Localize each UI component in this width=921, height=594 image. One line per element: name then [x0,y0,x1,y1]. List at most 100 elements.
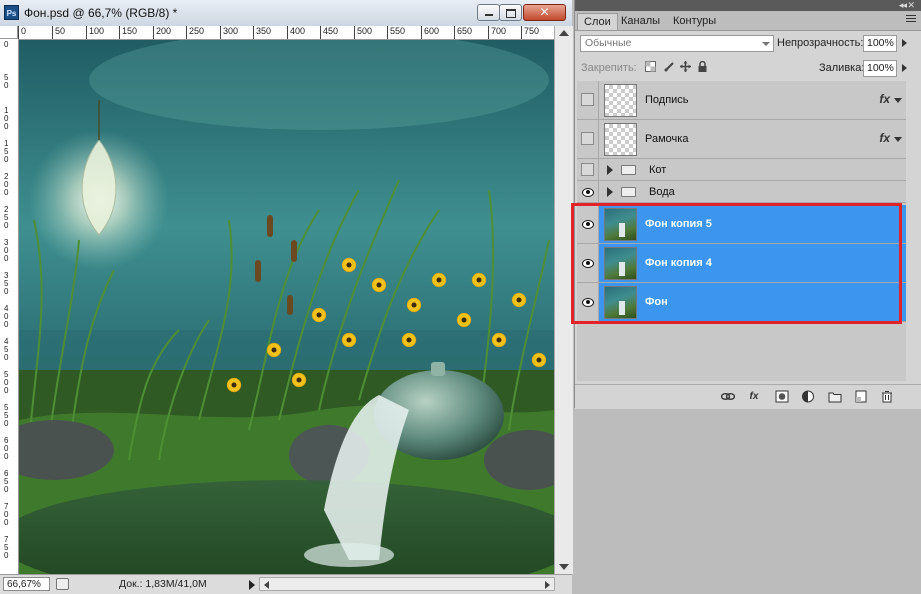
layer-group-voda[interactable]: Вода [577,181,906,203]
ruler-label: 550 [4,403,9,428]
visibility-empty-icon [581,163,594,176]
collapse-panel-icon[interactable]: ◂◂ ✕ [899,0,915,11]
chevron-down-icon [762,42,770,46]
opacity-slider-arrow-icon[interactable] [902,39,907,47]
expand-effects-icon[interactable] [894,137,902,142]
maximize-button[interactable] [499,4,522,21]
photoshop-icon: Ps [4,5,19,20]
image-canvas[interactable] [19,40,554,574]
close-button[interactable]: ✕ [523,4,566,21]
ruler-label: 50 [52,26,65,39]
ruler-label: 300 [220,26,238,39]
ruler-label: 400 [287,26,305,39]
layer-name: Подпись [645,94,689,106]
document-window: Ps Фон.psd @ 66,7% (RGB/8) * ✕ 0 50 100 … [0,0,573,594]
folder-icon [621,165,636,175]
ruler-label: 700 [4,502,9,527]
ruler-label: 500 [4,370,9,395]
tab-channels[interactable]: Каналы [615,13,666,30]
ruler-label: 700 [488,26,506,39]
fantasy-pond-artwork [19,40,554,574]
scroll-right-icon[interactable] [545,581,550,589]
layer-thumbnail [604,123,637,156]
ruler-label: 200 [4,172,9,197]
document-title: Фон.psd @ 66,7% (RGB/8) * [24,6,178,20]
lock-position-icon[interactable] [680,61,691,72]
document-titlebar[interactable]: Ps Фон.psd @ 66,7% (RGB/8) * ✕ [0,0,572,27]
layer-name: Вода [649,186,675,198]
ruler-label: 50 [4,73,9,90]
opacity-input[interactable]: 100% [863,35,897,52]
ruler-label: 100 [86,26,104,39]
ruler-label: 0 [4,40,9,49]
layer-row-ramochka[interactable]: Рамочка fx [577,120,906,159]
ruler-label: 600 [421,26,439,39]
panel-tabs: Слои Каналы Контуры [575,11,921,31]
layers-panel-footer: fx [575,384,921,409]
document-size-info: Док.: 1,83M/41,0M [119,578,207,590]
ruler-label: 550 [387,26,405,39]
layer-group-kot[interactable]: Кот [577,159,906,181]
lock-label: Закрепить: [581,62,637,74]
layer-thumbnail [604,84,637,117]
visibility-empty-icon [581,132,594,145]
fx-icon[interactable]: fx [747,390,761,403]
tab-layers[interactable]: Слои [577,13,618,30]
lock-transparency-icon[interactable] [645,61,656,72]
ruler-label: 650 [454,26,472,39]
lock-image-pixels-icon[interactable] [664,61,675,72]
expand-group-icon[interactable] [607,187,613,197]
lock-all-icon[interactable] [697,61,708,72]
visibility-toggle[interactable] [577,120,599,158]
tab-paths[interactable]: Контуры [667,13,722,30]
expand-effects-icon[interactable] [894,98,902,103]
visibility-empty-icon [581,93,594,106]
blend-mode-select[interactable]: Обычные [580,35,774,52]
fx-icon[interactable]: fx [879,131,890,145]
trash-icon[interactable] [880,390,894,403]
blend-mode-value: Обычные [585,37,632,49]
scroll-up-icon[interactable] [559,30,569,36]
panel-dock-bar[interactable]: ◂◂ ✕ [575,0,921,11]
new-layer-icon[interactable] [854,390,868,403]
ruler-label: 450 [320,26,338,39]
fill-slider-arrow-icon[interactable] [902,64,907,72]
scroll-down-icon[interactable] [559,564,569,570]
ruler-label: 500 [354,26,372,39]
fill-input[interactable]: 100% [863,60,897,77]
ruler-label: 350 [253,26,271,39]
link-icon[interactable] [721,390,735,403]
panel-menu-icon[interactable] [906,15,916,24]
status-info-icon[interactable] [56,578,69,590]
ruler-label: 100 [4,106,9,131]
minimize-button[interactable] [477,4,500,21]
vertical-ruler[interactable]: 0 50 100 150 200 250 300 350 400 450 500… [0,39,19,574]
visibility-toggle[interactable] [577,81,599,119]
fx-icon[interactable]: fx [879,92,890,106]
ruler-origin[interactable] [0,26,18,39]
opacity-label: Непрозрачность: [777,37,864,49]
layer-name: Рамочка [645,133,689,145]
group-folder-icon[interactable] [828,390,842,403]
selected-layers-highlight-frame [571,203,902,324]
visibility-toggle[interactable] [577,159,599,180]
ruler-label: 600 [4,436,9,461]
ruler-label: 750 [521,26,539,39]
status-menu-arrow-icon[interactable] [249,580,255,590]
ruler-label: 150 [119,26,137,39]
horizontal-ruler[interactable]: 0 50 100 150 200 250 300 350 400 450 500… [18,26,554,40]
scroll-left-icon[interactable] [264,581,269,589]
zoom-level-field[interactable]: 66,67% [3,577,50,591]
ruler-label: 300 [4,238,9,263]
adjustment-icon[interactable] [801,390,815,403]
horizontal-scrollbar[interactable] [259,577,555,591]
layer-row-podpis[interactable]: Подпись fx [577,81,906,120]
expand-group-icon[interactable] [607,165,613,175]
mask-icon[interactable] [775,390,789,403]
ruler-label: 200 [153,26,171,39]
ruler-label: 450 [4,337,9,362]
ruler-label: 250 [4,205,9,230]
eye-icon[interactable] [577,181,599,202]
status-bar: 66,67% Док.: 1,83M/41,0M [0,574,572,594]
ruler-label: 750 [4,535,9,560]
